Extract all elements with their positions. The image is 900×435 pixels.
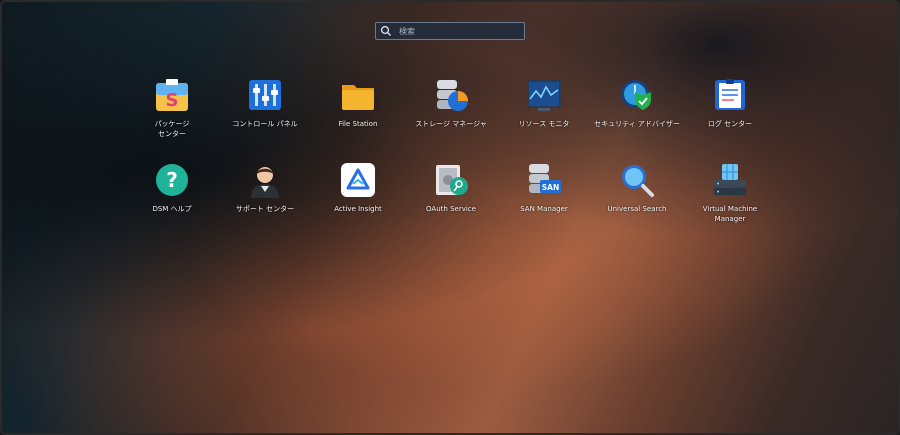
app-package-center[interactable]: S パッケージ センター	[128, 77, 216, 139]
app-san-manager[interactable]: SAN SAN Manager	[500, 162, 588, 214]
app-label: Virtual Machine Manager	[702, 205, 758, 223]
san-badge-text: SAN	[542, 183, 559, 192]
app-label: コントロール パネル	[232, 120, 298, 128]
svg-text:?: ?	[166, 168, 178, 192]
virtual-machine-manager-icon	[714, 164, 746, 195]
resource-monitor-icon	[527, 80, 561, 111]
app-active-insight[interactable]: Active Insight	[314, 162, 402, 214]
app-label: Universal Search	[607, 205, 667, 213]
app-resource-monitor[interactable]: リソース モニタ	[500, 77, 588, 129]
svg-text:S: S	[166, 90, 179, 111]
help-icon: ?	[156, 164, 188, 196]
app-label: OAuth Service	[426, 205, 476, 213]
search-bar[interactable]	[375, 22, 525, 40]
oauth-service-icon	[436, 165, 468, 195]
app-control-panel[interactable]: コントロール パネル	[221, 77, 309, 129]
package-center-icon: S	[156, 79, 188, 111]
app-oauth-service[interactable]: OAuth Service	[407, 162, 495, 214]
app-support-center[interactable]: サポート センター	[221, 162, 309, 214]
universal-search-icon	[622, 165, 654, 197]
folder-icon	[342, 85, 374, 110]
app-file-station[interactable]: File Station	[314, 77, 402, 129]
search-icon	[380, 25, 391, 36]
san-manager-icon: SAN	[529, 164, 561, 193]
support-center-icon	[251, 167, 279, 198]
security-advisor-icon	[621, 80, 651, 110]
app-log-center[interactable]: ログ センター	[686, 77, 774, 129]
search-input[interactable]	[397, 25, 521, 37]
app-label: パッケージ センター	[154, 120, 190, 138]
app-label: DSM ヘルプ	[152, 205, 192, 213]
app-virtual-machine-manager[interactable]: Virtual Machine Manager	[686, 162, 774, 224]
desktop-frame: S パッケージ センター コントロール パネル File Station	[0, 0, 900, 435]
app-universal-search[interactable]: Universal Search	[593, 162, 681, 214]
app-label: SAN Manager	[520, 205, 568, 213]
active-insight-icon	[341, 163, 375, 197]
app-label: Active Insight	[334, 205, 382, 213]
storage-manager-icon	[437, 80, 468, 111]
control-panel-icon	[249, 80, 281, 110]
app-storage-manager[interactable]: ストレージ マネージャ	[407, 77, 495, 129]
app-label: サポート センター	[235, 205, 295, 213]
app-security-advisor[interactable]: セキュリティ アドバイザー	[593, 77, 681, 129]
app-dsm-help[interactable]: ? DSM ヘルプ	[128, 162, 216, 214]
app-label: セキュリティ アドバイザー	[594, 120, 680, 128]
app-label: File Station	[338, 120, 378, 128]
log-center-icon	[715, 79, 745, 110]
app-label: リソース モニタ	[518, 120, 570, 128]
app-label: ログ センター	[707, 120, 753, 128]
app-label: ストレージ マネージャ	[415, 120, 487, 128]
